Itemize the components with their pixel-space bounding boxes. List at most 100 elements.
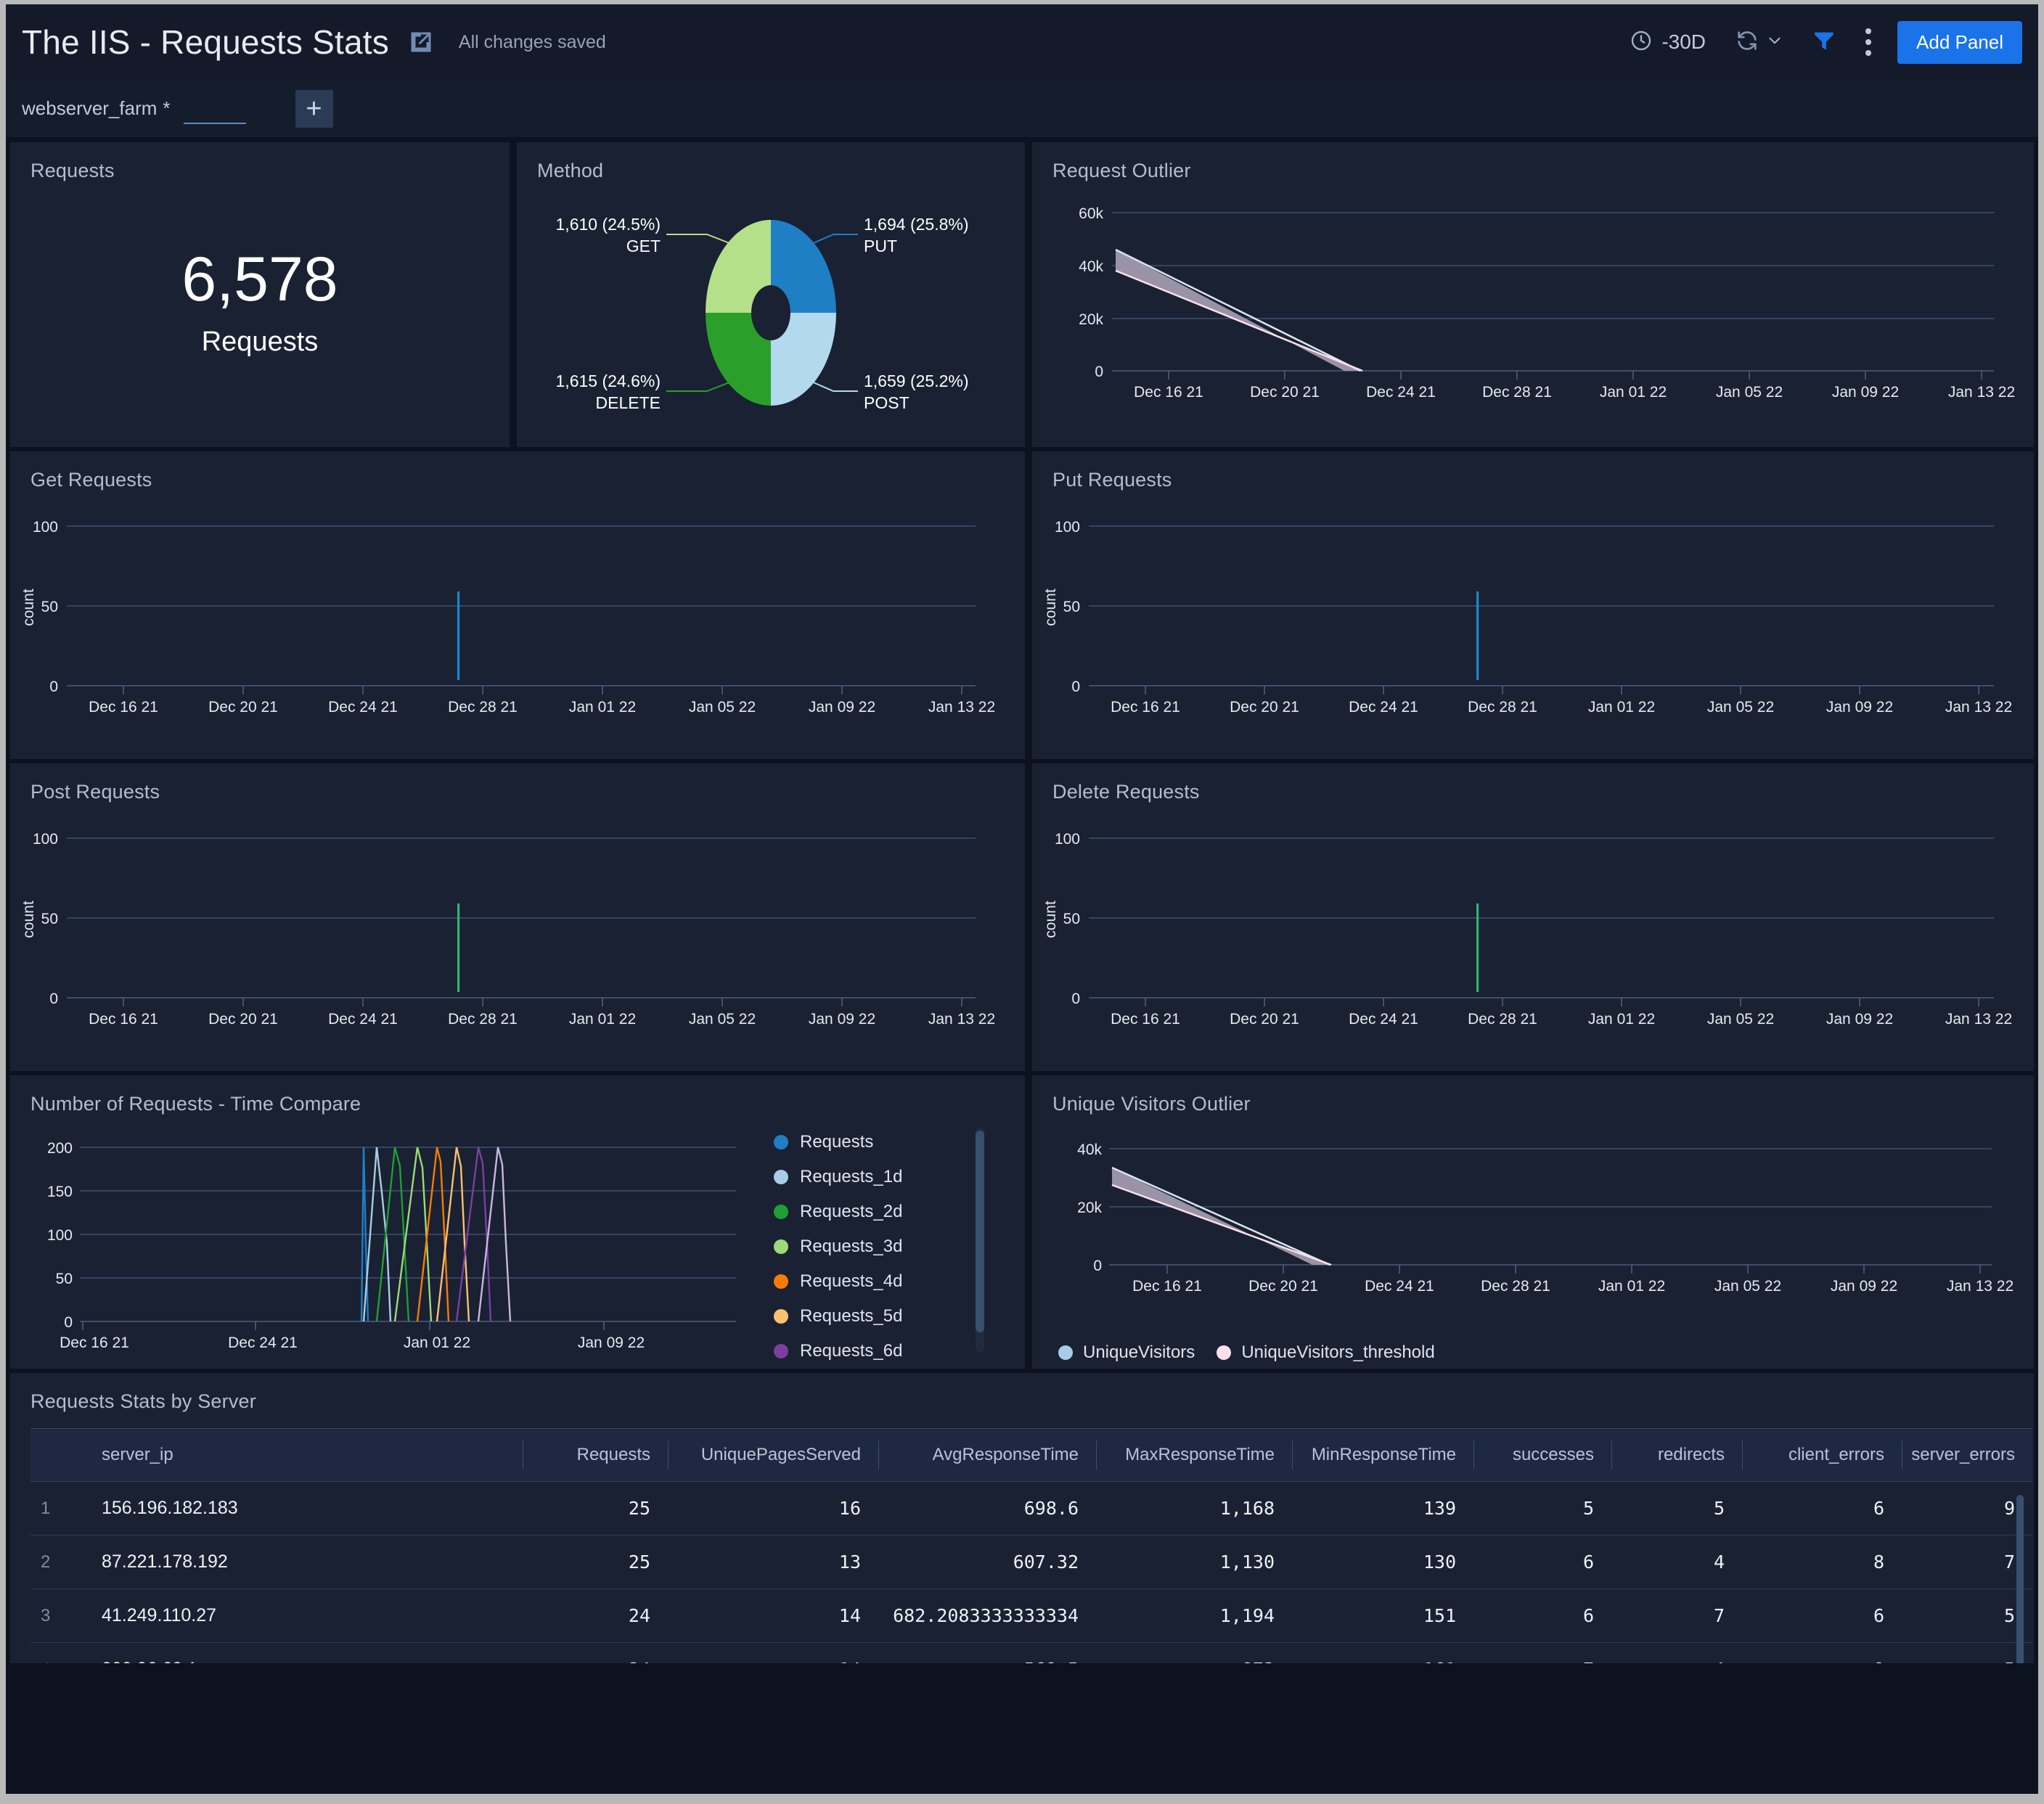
row-index: 4 [30,1643,73,1664]
table-scrollbar[interactable] [2016,1495,2024,1663]
server-table-wrapper[interactable]: server_ip Requests UniquePagesServed Avg… [30,1428,2024,1663]
ytick-100: 100 [1055,519,1080,536]
get-requests-chart[interactable]: 100 50 0 count Dec 16 21 Dec 20 21 Dec 2… [10,491,1025,755]
panel-put-requests: Put Requests 100 50 0 count Dec 16 21 De… [1032,451,2034,759]
table-row[interactable]: 1 156.196.182.183 25 16 698.6 1,168 139 … [30,1482,2032,1536]
method-pie-chart[interactable]: 1,610 (24.5%) GET 1,694 (25.8%) PUT 1,61… [517,182,1025,443]
col-successes[interactable]: successes [1473,1429,1611,1482]
col-redirects[interactable]: redirects [1611,1429,1742,1482]
ytick-100: 100 [33,831,58,848]
col-server-ip[interactable]: server_ip [73,1429,523,1482]
legend-item[interactable]: Requests_1d [774,1167,902,1187]
cell-min-response-time: 130 [1292,1536,1473,1589]
legend-item[interactable]: Requests_3d [774,1237,902,1257]
outlier-lower-line [1116,271,1362,371]
ytick-20k: 20k [1077,1200,1102,1216]
col-client-errors[interactable]: client_errors [1742,1429,1902,1482]
xtick-2: Dec 24 21 [328,699,398,716]
col-server-errors[interactable]: server_errors [1902,1429,2032,1482]
col-avg-response-time[interactable]: AvgResponseTime [878,1429,1096,1482]
xtick-4: Jan 01 22 [1588,699,1655,716]
ytick-100: 100 [1055,831,1080,848]
xtick-5: Jan 05 22 [689,699,756,716]
cell-avg-response-time: 569.5 [878,1643,1096,1664]
table-row[interactable]: 4 200.96.69.1 24 14 569.5 873 161 7 4 8 … [30,1643,2032,1664]
get-requests-spike[interactable] [457,591,459,680]
panel-visitors-outlier: Unique Visitors Outlier 40k 20k 0 Dec 16… [1032,1075,2034,1369]
legend-item[interactable]: Requests [774,1132,902,1152]
legend-item[interactable]: Requests_5d [774,1306,902,1327]
legend-scrollbar-thumb[interactable] [976,1131,984,1332]
add-panel-button[interactable]: Add Panel [1897,21,2022,64]
refresh-icon[interactable] [1735,28,1759,57]
xtick-2: Jan 01 22 [404,1334,470,1351]
col-max-response-time[interactable]: MaxResponseTime [1096,1429,1292,1482]
ytick-200: 200 [47,1140,73,1157]
legend-item[interactable]: Requests_2d [774,1202,902,1222]
xtick-5: Jan 05 22 [1716,384,1783,401]
legend-color-swatch [774,1170,788,1184]
col-requests[interactable]: Requests [523,1429,668,1482]
put-requests-chart[interactable]: 100 50 0 count Dec 16 21 Dec 20 21 Dec 2… [1032,491,2034,755]
requests-sublabel: Requests [202,327,319,358]
x-ticks: Dec 16 21 Dec 20 21 Dec 24 21 Dec 28 21 … [1132,1265,2014,1295]
visitors-outlier-chart[interactable]: 40k 20k 0 Dec 16 21 Dec 20 21 Dec 24 21 … [1032,1115,2034,1333]
cell-unique-pages-served: 16 [668,1482,878,1536]
y-axis-title: count [20,589,37,626]
panel-post-requests: Post Requests 100 50 0 count Dec 16 21 D… [10,763,1025,1071]
chevron-down-icon[interactable] [1765,31,1784,54]
legend-color-swatch [774,1135,788,1149]
cell-successes: 6 [1473,1536,1611,1589]
xtick-7: Jan 13 22 [1945,1011,2012,1028]
cell-server-errors: 7 [1902,1536,2032,1589]
kebab-menu-icon[interactable] [1865,28,1871,56]
delete-requests-spike[interactable] [1476,903,1479,992]
table-row[interactable]: 2 87.221.178.192 25 13 607.32 1,130 130 … [30,1536,2032,1589]
legend-item[interactable]: Requests_6d [774,1341,902,1361]
xtick-4: Jan 01 22 [1588,1011,1655,1028]
legend-scrollbar[interactable] [976,1128,984,1353]
put-requests-spike[interactable] [1476,591,1479,680]
legend-item[interactable]: UniqueVisitors_threshold [1217,1342,1434,1363]
post-requests-spike[interactable] [457,903,459,992]
legend-item-label: UniqueVisitors_threshold [1241,1342,1434,1363]
delete-requests-chart[interactable]: 100 50 0 count Dec 16 21 Dec 20 21 Dec 2… [1032,803,2034,1067]
legend-item[interactable]: Requests_4d [774,1271,902,1292]
post-requests-chart[interactable]: 100 50 0 count Dec 16 21 Dec 20 21 Dec 2… [10,803,1025,1067]
cell-unique-pages-served: 14 [668,1589,878,1643]
time-compare-chart[interactable]: 200 150 100 50 0 Dec 16 21 Dec [10,1115,765,1362]
table-row[interactable]: 3 41.249.110.27 24 14 682.2083333333334 … [30,1589,2032,1643]
time-range-button[interactable]: -30D [1630,29,1706,56]
request-outlier-chart[interactable]: 60k 40k 20k 0 Dec 16 21 Dec 20 21 Dec 24… [1032,182,2034,443]
variable-value-input[interactable] [184,94,246,124]
add-variable-button[interactable]: + [295,90,333,128]
xtick-1: Dec 20 21 [208,1011,278,1028]
ytick-150: 150 [47,1184,73,1200]
cell-max-response-time: 1,194 [1096,1589,1292,1643]
xtick-0: Dec 16 21 [89,1011,158,1028]
share-icon[interactable] [408,29,434,55]
cell-server-ip: 41.249.110.27 [73,1589,523,1643]
outlier-upper-line [1116,250,1360,371]
legend-color-swatch [774,1205,788,1219]
xtick-4: Jan 01 22 [569,1011,636,1028]
ytick-20k: 20k [1079,311,1103,328]
cell-client-errors: 6 [1742,1482,1902,1536]
cell-successes: 7 [1473,1643,1611,1664]
legend-item[interactable]: UniqueVisitors [1058,1342,1195,1363]
row-index: 2 [30,1536,73,1589]
cell-client-errors: 8 [1742,1643,1902,1664]
filter-icon[interactable] [1812,28,1836,57]
panel-title-put-requests: Put Requests [1032,451,2034,491]
xtick-3: Dec 28 21 [448,699,518,716]
cell-min-response-time: 161 [1292,1643,1473,1664]
col-unique-pages-served[interactable]: UniquePagesServed [668,1429,878,1482]
cell-max-response-time: 1,168 [1096,1482,1292,1536]
xtick-1: Dec 20 21 [208,699,278,716]
cell-client-errors: 8 [1742,1536,1902,1589]
pie-donut-hole [751,285,790,340]
visitors-outlier-legend: UniqueVisitors UniqueVisitors_threshold [1058,1342,1435,1363]
refresh-control[interactable] [1735,28,1784,57]
xtick-1: Dec 20 21 [1230,699,1299,716]
col-min-response-time[interactable]: MinResponseTime [1292,1429,1473,1482]
